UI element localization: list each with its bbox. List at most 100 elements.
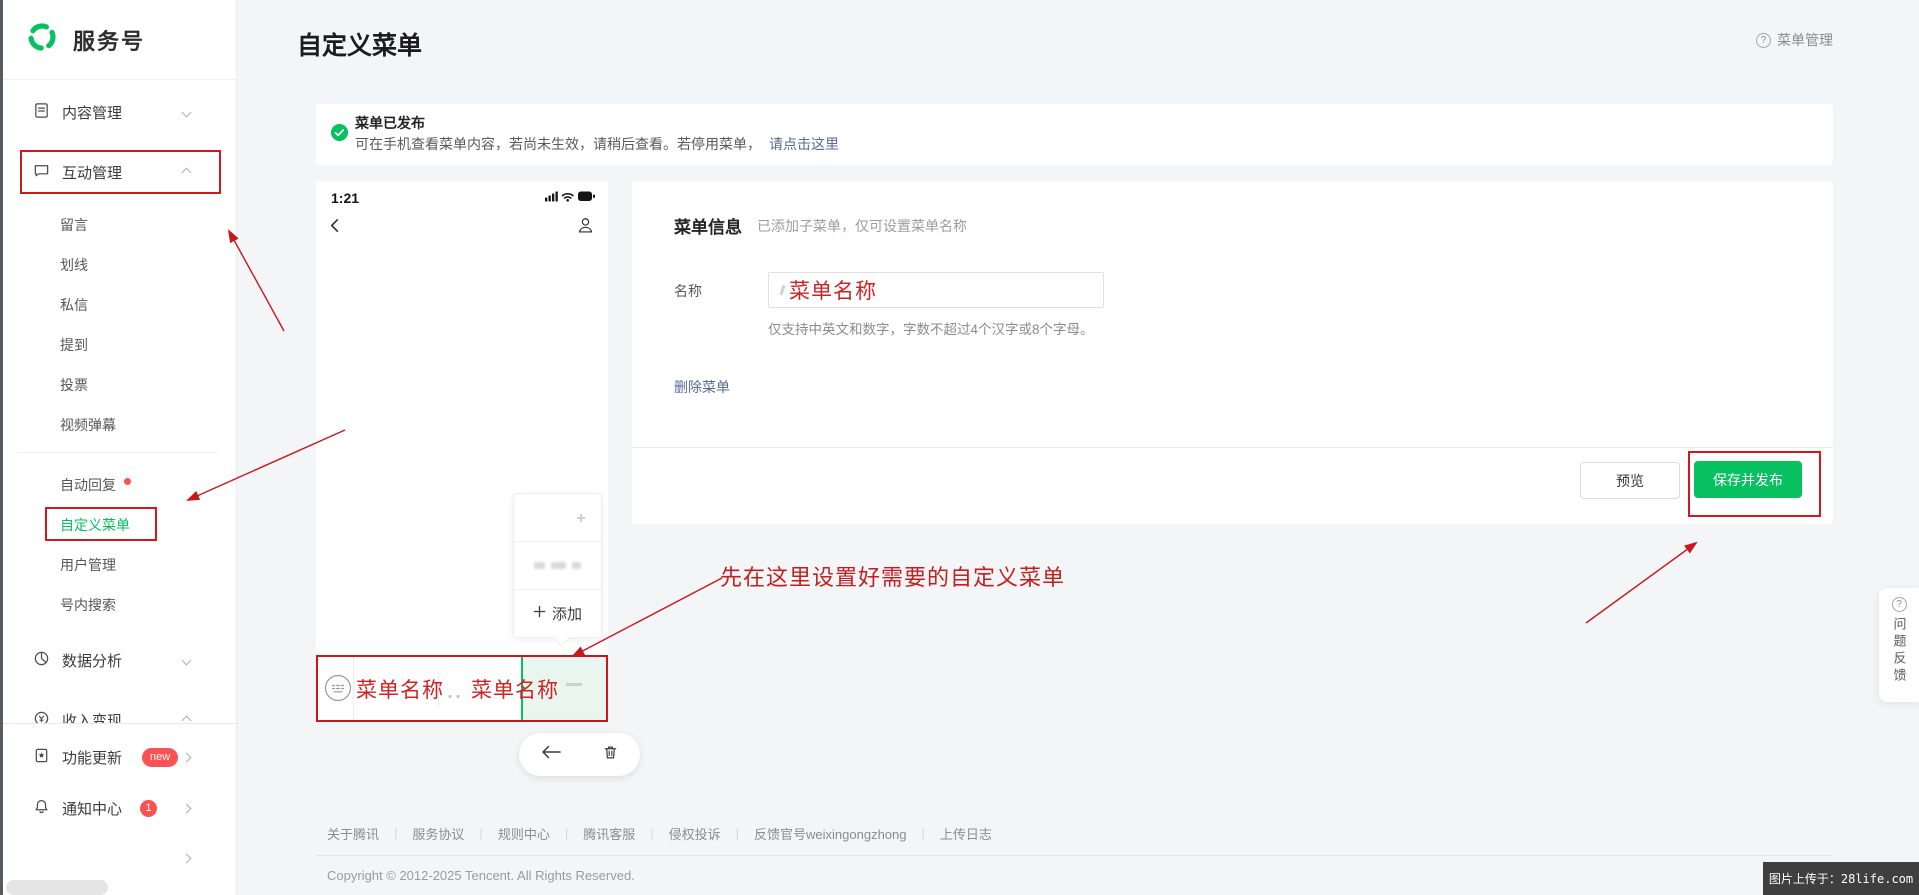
- section-subtitle: 已添加子菜单，仅可设置菜单名称: [757, 218, 967, 234]
- arrow-to-interaction-mgmt: [227, 229, 285, 332]
- chevron-right-icon: [181, 803, 192, 813]
- plus-icon: [533, 605, 546, 622]
- chevron-up-icon: [181, 167, 192, 177]
- sidebar-item-video-danmu[interactable]: 视频弹幕: [0, 405, 236, 445]
- sidebar-item-account-search[interactable]: 号内搜索: [0, 585, 236, 625]
- sidebar-item-label: 功能更新: [62, 749, 123, 767]
- menu-management-help[interactable]: ? 菜单管理: [1756, 30, 1833, 50]
- sidebar-item-income-clipped[interactable]: 收入变现: [0, 700, 236, 723]
- submenu-popup: 添加: [513, 493, 602, 647]
- sidebar-item-label: 自动回复: [60, 477, 116, 493]
- book-star-icon: [33, 747, 50, 768]
- sidebar-item-notification-center[interactable]: 通知中心 1: [0, 788, 236, 828]
- stitch-seam: [0, 723, 237, 724]
- sidebar-item-mentions[interactable]: 提到: [0, 325, 236, 365]
- status-icons: [545, 189, 595, 207]
- redacted-mark: [534, 562, 545, 569]
- footer-separator: |: [394, 826, 398, 841]
- sidebar-item-auto-reply[interactable]: 自动回复: [0, 465, 236, 505]
- sidebar-divider: [18, 452, 218, 453]
- sidebar-item-data-analysis[interactable]: 数据分析: [0, 640, 236, 680]
- phone-preview: 1:21 添加 菜单名称 菜单名称: [316, 181, 608, 722]
- brand-swirl-icon: [24, 19, 60, 60]
- signal-icon: [545, 191, 558, 202]
- arrow-to-save-button: [1585, 541, 1698, 624]
- menu-slot-2[interactable]: 菜单名称: [471, 674, 559, 704]
- footer-link-terms[interactable]: 服务协议: [412, 824, 464, 843]
- footer-link-support[interactable]: 腾讯客服: [583, 824, 635, 843]
- sidebar-item-user-mgmt[interactable]: 用户管理: [0, 545, 236, 585]
- document-icon: [33, 102, 50, 123]
- name-helper-text: 仅支持中英文和数字，字数不超过4个汉字或8个字母。: [768, 322, 1094, 337]
- chevron-right-icon: [181, 752, 192, 762]
- sidebar-item-interaction-mgmt[interactable]: 互动管理: [0, 152, 236, 192]
- disable-menu-link[interactable]: 请点击这里: [769, 136, 839, 152]
- redacted-mark: [572, 562, 581, 569]
- footer-link-upload-log[interactable]: 上传日志: [940, 824, 992, 843]
- submenu-item-redacted[interactable]: [514, 542, 601, 590]
- sidebar-item-label: 用户管理: [60, 557, 116, 573]
- profile-icon[interactable]: [576, 216, 595, 240]
- sidebar-item-label: 留言: [60, 217, 88, 233]
- custom-menu-bar: 菜单名称 菜单名称: [316, 655, 608, 722]
- feedback-tab[interactable]: ? 问题反馈: [1879, 588, 1919, 702]
- preview-button[interactable]: 预览: [1580, 462, 1680, 499]
- sidebar-item-feature-updates[interactable]: 功能更新 new: [0, 737, 236, 777]
- footer-link-about[interactable]: 关于腾讯: [327, 824, 379, 843]
- app-window: 服务号 内容管理 互动管理 留言 划线 私信 提到 投票 视频弹幕 自动回复 自…: [0, 0, 1919, 895]
- footer-link-feedback-account[interactable]: 反馈官号weixingongzhong: [754, 824, 906, 843]
- sidebar-item-label: 互动管理: [62, 164, 123, 182]
- logo-text: 服务号: [73, 28, 146, 54]
- redacted-mark: [779, 284, 786, 296]
- footer-link-rules[interactable]: 规则中心: [498, 824, 550, 843]
- add-submenu-button[interactable]: 添加: [514, 590, 601, 638]
- sidebar-item-label: 通知中心: [62, 800, 123, 818]
- delete-menu-link[interactable]: 删除菜单: [674, 377, 730, 397]
- sidebar-item-comments[interactable]: 留言: [0, 205, 236, 245]
- success-check-icon: [330, 123, 349, 147]
- redacted-mark: [577, 514, 585, 522]
- battery-icon: [578, 191, 595, 201]
- banner-body: 可在手机查看菜单内容，若尚未生效，请稍后查看。若停用菜单， 请点击这里: [355, 134, 839, 154]
- question-circle-icon: ?: [1891, 597, 1907, 612]
- save-publish-button[interactable]: 保存并发布: [1694, 461, 1802, 498]
- pie-chart-icon: [33, 650, 50, 671]
- page-title: 自定义菜单: [297, 32, 423, 60]
- sidebar-item-label: 内容管理: [62, 104, 123, 122]
- redacted-mark: [447, 695, 461, 698]
- menu-separator: [353, 657, 354, 720]
- back-chevron-icon[interactable]: [327, 217, 344, 239]
- redacted-mark: [551, 562, 566, 569]
- sidebar-item-income[interactable]: 收入变现: [0, 700, 236, 723]
- chevron-down-icon: [181, 107, 192, 117]
- menu-name-value: 菜单名称: [789, 279, 877, 303]
- publish-status-banner: 菜单已发布 可在手机查看菜单内容，若尚未生效，请稍后查看。若停用菜单， 请点击这里: [316, 104, 1833, 165]
- redacted-mark: [566, 683, 582, 686]
- sidebar-item-content-mgmt[interactable]: 内容管理: [0, 92, 236, 132]
- unread-dot: [124, 477, 131, 485]
- back-arrow-icon[interactable]: [540, 744, 562, 765]
- card-divider: [632, 447, 1833, 448]
- sidebar-item-underline[interactable]: 划线: [0, 245, 236, 285]
- sidebar: 服务号 内容管理 互动管理 留言 划线 私信 提到 投票 视频弹幕 自动回复 自…: [0, 0, 237, 895]
- footer-separator: |: [735, 826, 740, 841]
- footer-links: 关于腾讯 | 服务协议 | 规则中心 | 腾讯客服 | 侵权投诉 | 反馈官号weixin…: [316, 818, 1833, 855]
- sidebar-item-private-msg[interactable]: 私信: [0, 285, 236, 325]
- yen-circle-icon: [33, 710, 50, 723]
- phone-nav-bar: [316, 213, 608, 243]
- sidebar-item-custom-menu[interactable]: 自定义菜单: [0, 505, 236, 545]
- footer-link-complaint[interactable]: 侵权投诉: [669, 824, 721, 843]
- chevron-right-icon: [181, 853, 192, 863]
- menu-slot-1[interactable]: 菜单名称: [356, 674, 444, 704]
- trash-icon[interactable]: [602, 744, 619, 766]
- menu-name-input[interactable]: 菜单名称: [768, 272, 1104, 308]
- banner-title: 菜单已发布: [355, 115, 425, 131]
- submenu-item-redacted[interactable]: [514, 494, 601, 542]
- copyright: Copyright © 2012-2025 Tencent. All Right…: [327, 868, 635, 883]
- corner-smudge: [6, 880, 108, 895]
- sidebar-item-label: 自定义菜单: [60, 517, 130, 533]
- name-field-label: 名称: [674, 283, 702, 299]
- keyboard-toggle-icon[interactable]: [323, 673, 353, 708]
- sidebar-item-votes[interactable]: 投票: [0, 365, 236, 405]
- sidebar-item-label: 投票: [60, 377, 88, 393]
